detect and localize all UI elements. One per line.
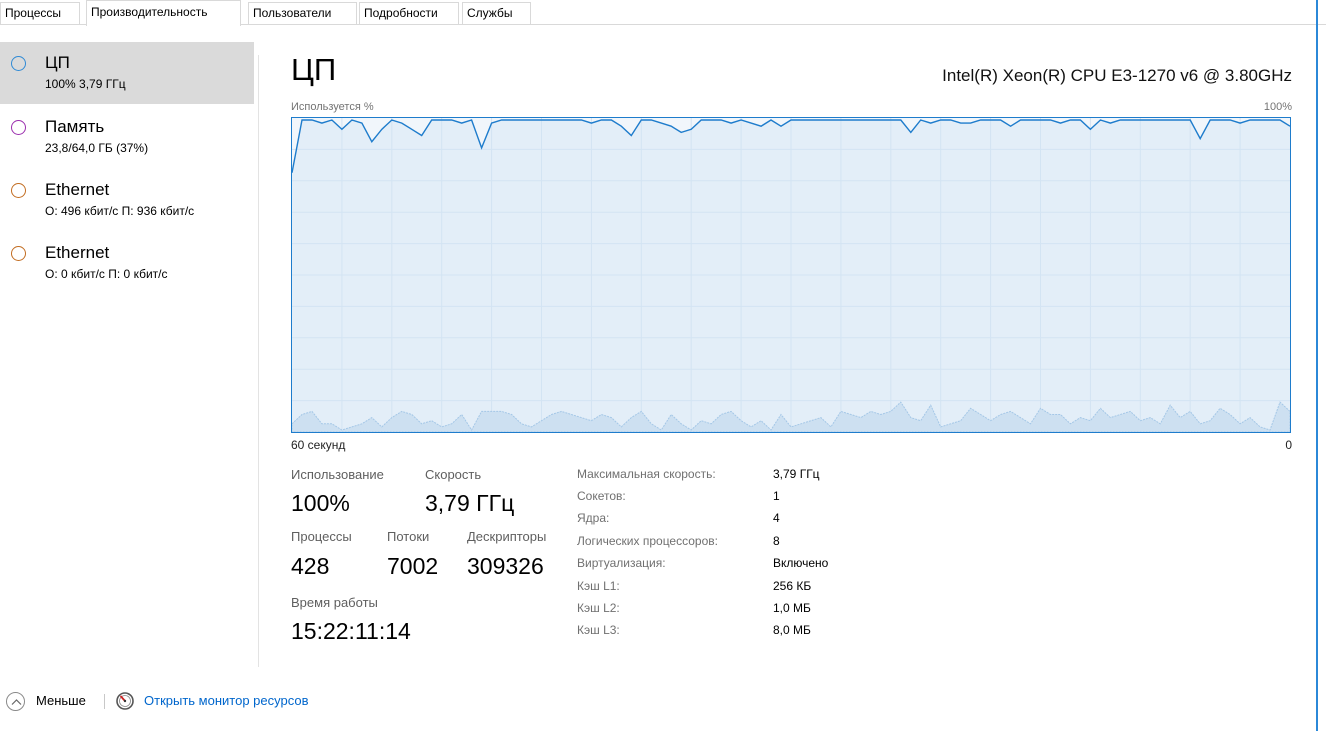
- sidebar-item-subtitle: 100% 3,79 ГГц: [45, 77, 126, 91]
- ethernet-circle-icon: [11, 183, 26, 198]
- info-label: Логических процессоров:: [577, 534, 718, 548]
- sidebar-item-subtitle: 23,8/64,0 ГБ (37%): [45, 141, 149, 155]
- fewer-details-button[interactable]: Меньше: [36, 693, 86, 708]
- info-label: Сокетов:: [577, 489, 626, 503]
- info-value: Включено: [773, 556, 829, 570]
- cpu-circle-icon: [11, 56, 26, 71]
- sidebar-item-title: ЦП: [45, 53, 70, 72]
- threads-label: Потоки: [387, 529, 430, 544]
- info-value: 256 КБ: [773, 579, 812, 593]
- info-label: Виртуализация:: [577, 556, 666, 570]
- info-label: Кэш L1:: [577, 579, 620, 593]
- uptime-label: Время работы: [291, 595, 378, 610]
- tab-bar: Процессы Производительность Пользователи…: [0, 0, 1326, 26]
- sidebar-item-title: Память: [45, 117, 105, 136]
- info-label: Максимальная скорость:: [577, 467, 716, 481]
- memory-circle-icon: [11, 120, 26, 135]
- window-right-border: [1316, 0, 1318, 731]
- footer-divider: [104, 694, 105, 709]
- handles-value: 309326: [467, 553, 544, 579]
- page-title: ЦП: [291, 52, 337, 87]
- sidebar-item-title: Ethernet: [45, 180, 110, 199]
- info-value: 8,0 МБ: [773, 623, 811, 637]
- info-value: 1,0 МБ: [773, 601, 811, 615]
- sidebar-item-ethernet-2[interactable]: Ethernet О: 0 кбит/с П: 0 кбит/с: [0, 232, 254, 294]
- handles-label: Дескрипторы: [467, 529, 547, 544]
- speed-value: 3,79 ГГц: [425, 490, 515, 516]
- info-value: 4: [773, 511, 780, 525]
- tab-performance[interactable]: Производительность: [86, 0, 241, 26]
- uptime-value: 15:22:11:14: [291, 618, 411, 644]
- sidebar-item-memory[interactable]: Память 23,8/64,0 ГБ (37%): [0, 106, 254, 168]
- graph-y-label: Используется %: [291, 101, 374, 113]
- cpu-usage-chart: [292, 118, 1290, 432]
- tab-services[interactable]: Службы: [462, 2, 531, 24]
- processes-value: 428: [291, 553, 330, 579]
- sidebar-item-ethernet-1[interactable]: Ethernet О: 496 кбит/с П: 936 кбит/с: [0, 169, 254, 231]
- usage-value: 100%: [291, 490, 350, 516]
- tab-processes[interactable]: Процессы: [0, 2, 80, 24]
- sidebar-item-subtitle: О: 496 кбит/с П: 936 кбит/с: [45, 204, 195, 218]
- info-value: 3,79 ГГц: [773, 467, 820, 481]
- sidebar-item-title: Ethernet: [45, 243, 110, 262]
- chevron-up-icon[interactable]: [6, 692, 25, 711]
- sidebar: ЦП 100% 3,79 ГГц Память 23,8/64,0 ГБ (37…: [0, 25, 258, 665]
- speed-label: Скорость: [425, 467, 482, 482]
- tab-details[interactable]: Подробности: [359, 2, 459, 24]
- info-value: 8: [773, 534, 780, 548]
- usage-label: Использование: [291, 467, 384, 482]
- info-value: 1: [773, 489, 780, 503]
- cpu-usage-graph: [291, 117, 1291, 433]
- info-label: Ядра:: [577, 511, 610, 525]
- footer-bar: Меньше Открыть монитор ресурсов: [0, 686, 700, 716]
- processes-label: Процессы: [291, 529, 352, 544]
- cpu-model-name: Intel(R) Xeon(R) CPU E3-1270 v6 @ 3.80GH…: [942, 66, 1292, 85]
- usage-area: [292, 120, 1290, 432]
- sidebar-divider: [258, 55, 259, 667]
- threads-value: 7002: [387, 553, 439, 579]
- info-label: Кэш L3:: [577, 623, 620, 637]
- graph-x-label: 60 секунд: [291, 438, 346, 452]
- open-resource-monitor-link[interactable]: Открыть монитор ресурсов: [144, 693, 308, 708]
- tab-users[interactable]: Пользователи: [248, 2, 357, 24]
- sidebar-item-subtitle: О: 0 кбит/с П: 0 кбит/с: [45, 267, 168, 281]
- ethernet-circle-icon: [11, 246, 26, 261]
- sidebar-item-cpu[interactable]: ЦП 100% 3,79 ГГц: [0, 42, 254, 104]
- graph-x-min-label: 0: [1285, 438, 1292, 452]
- info-label: Кэш L2:: [577, 601, 620, 615]
- resource-monitor-icon[interactable]: [115, 691, 135, 711]
- graph-y-max-label: 100%: [1263, 101, 1292, 113]
